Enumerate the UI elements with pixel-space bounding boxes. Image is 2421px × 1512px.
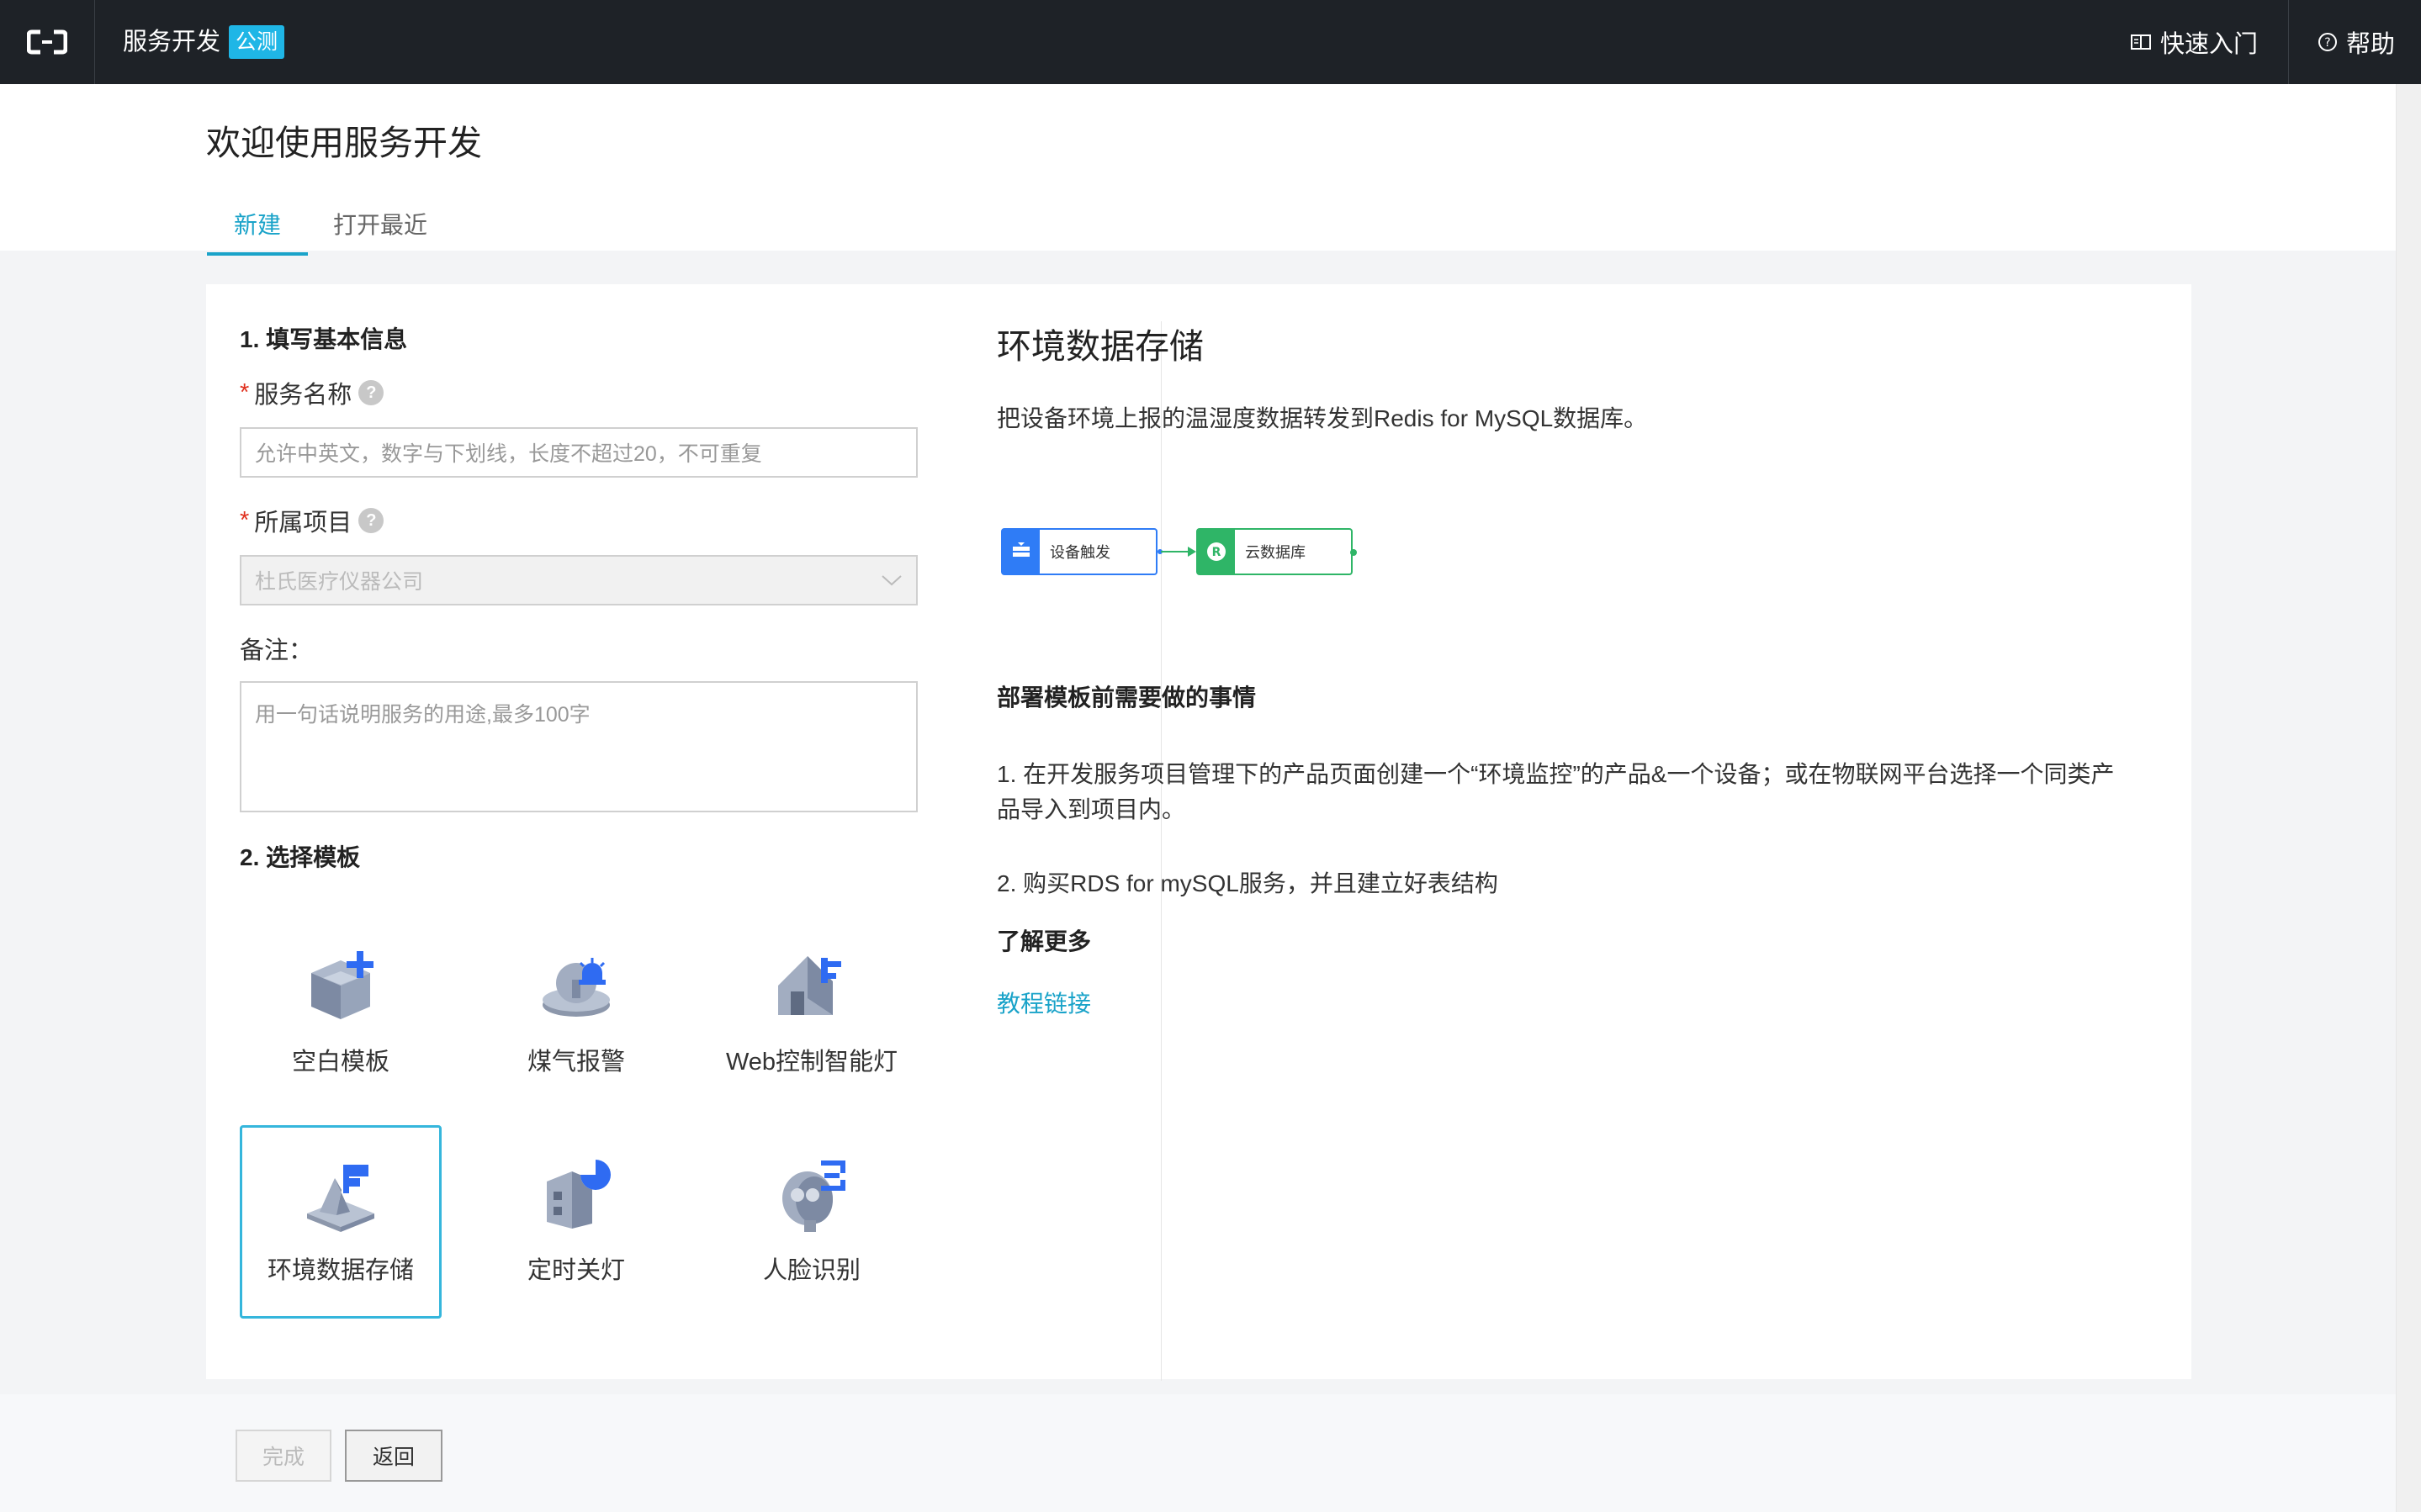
done-button[interactable]: 完成 <box>236 1430 331 1482</box>
project-select-value: 杜氏医疗仪器公司 <box>255 570 424 594</box>
app-title-text: 服务开发 <box>123 29 221 56</box>
template-env-data-storage[interactable]: 环境数据存储 <box>240 1125 442 1319</box>
blank-template-icon <box>311 951 373 1019</box>
quickstart-label: 快速入门 <box>2160 31 2259 58</box>
question-icon[interactable]: ? <box>358 508 384 533</box>
service-name-input[interactable]: 允许中英文，数字与下划线，长度不超过20，不可重复 <box>240 427 918 478</box>
footer-actions: 完成 返回 <box>0 1394 2396 1512</box>
top-navigation-bar: 服务开发 公测 快速入门 ? 帮助 <box>0 0 2421 84</box>
env-storage-icon <box>307 1165 374 1232</box>
template-web-smart-light[interactable]: Web控制智能灯 <box>711 917 913 1110</box>
template-label: 环境数据存储 <box>267 1257 414 1284</box>
chevron-down-icon <box>881 568 903 593</box>
template-label: 空白模板 <box>291 1049 389 1076</box>
learn-more-heading: 了解更多 <box>997 928 1092 954</box>
beta-badge: 公测 <box>229 25 285 59</box>
vertical-scrollbar[interactable] <box>2396 84 2421 1512</box>
template-label: 定时关灯 <box>527 1257 625 1284</box>
timer-light-icon <box>547 1160 611 1229</box>
smart-light-icon <box>778 956 841 1015</box>
required-asterisk: * <box>240 378 250 406</box>
basic-info-heading: 1. 填写基本信息 <box>240 326 408 352</box>
template-flow-diagram: 设备触发 R 云数据库 <box>1001 528 1371 587</box>
select-template-heading: 2. 选择模板 <box>240 844 361 870</box>
back-button[interactable]: 返回 <box>345 1430 442 1482</box>
svg-text:?: ? <box>2324 36 2330 50</box>
template-label: 人脸识别 <box>762 1257 861 1284</box>
tab-open-recent[interactable]: 打开最近 <box>333 207 427 241</box>
help-link[interactable]: ? 帮助 <box>2288 0 2395 84</box>
face-recognition-icon <box>782 1160 845 1232</box>
flow-node-cloud-database: R 云数据库 <box>1196 528 1353 575</box>
template-label: Web控制智能灯 <box>725 1049 898 1076</box>
flow-arrow-icon <box>1158 547 1196 557</box>
template-gas-alarm[interactable]: 煤气报警 <box>475 917 677 1110</box>
template-timer-light-off[interactable]: 定时关灯 <box>475 1125 677 1319</box>
note-textarea[interactable]: 用一句话说明服务的用途,最多100字 <box>240 681 918 812</box>
pre-deploy-heading: 部署模板前需要做的事情 <box>997 685 1257 711</box>
question-icon[interactable]: ? <box>358 380 384 405</box>
note-label: 备注： <box>240 637 314 664</box>
column-divider <box>1161 321 1162 1381</box>
pre-deploy-step: 1. 在开发服务项目管理下的产品页面创建一个“环境监控”的产品&一个设备；或在物… <box>997 761 2115 822</box>
help-label: 帮助 <box>2346 31 2396 58</box>
flow-node-device-trigger: 设备触发 <box>1001 528 1158 575</box>
project-label-text: 所属项目 <box>254 510 352 537</box>
help-circle-icon: ? <box>2318 32 2338 52</box>
database-icon: R <box>1198 530 1235 574</box>
device-trigger-icon <box>1003 530 1040 574</box>
tutorial-link[interactable]: 教程链接 <box>997 986 1091 1019</box>
project-select: 杜氏医疗仪器公司 <box>240 555 918 605</box>
template-label: 煤气报警 <box>527 1049 625 1076</box>
flow-node-label: 云数据库 <box>1245 544 1306 561</box>
flow-node-label: 设备触发 <box>1050 544 1110 561</box>
quickstart-link[interactable]: 快速入门 <box>2130 0 2258 84</box>
app-title: 服务开发 公测 <box>123 24 285 61</box>
pre-deploy-step: 2. 购买RDS for mySQL服务，并且建立好表结构 <box>997 870 1498 896</box>
flow-output-dot-icon <box>1350 549 1357 556</box>
template-detail-title: 环境数据存储 <box>997 327 1204 366</box>
tab-new[interactable]: 新建 <box>207 207 308 256</box>
template-face-recognition[interactable]: 人脸识别 <box>711 1125 913 1319</box>
template-description: 把设备环境上报的温湿度数据转发到Redis for MySQL数据库。 <box>997 405 1648 431</box>
svg-text:R: R <box>1212 546 1221 559</box>
aliyun-logo[interactable] <box>0 0 95 84</box>
service-name-label: * 服务名称 ? <box>240 375 384 410</box>
book-icon <box>2130 33 2152 51</box>
create-service-card: 1. 填写基本信息 * 服务名称 ? 允许中英文，数字与下划线，长度不超过20，… <box>206 284 2191 1381</box>
page-title: 欢迎使用服务开发 <box>206 124 482 162</box>
gas-alarm-icon <box>543 958 610 1017</box>
template-blank[interactable]: 空白模板 <box>240 917 442 1110</box>
service-name-label-text: 服务名称 <box>254 382 352 409</box>
page-header: 欢迎使用服务开发 新建 打开最近 <box>0 84 2396 256</box>
project-label: * 所属项目 ? <box>240 503 384 538</box>
required-asterisk: * <box>240 506 250 534</box>
